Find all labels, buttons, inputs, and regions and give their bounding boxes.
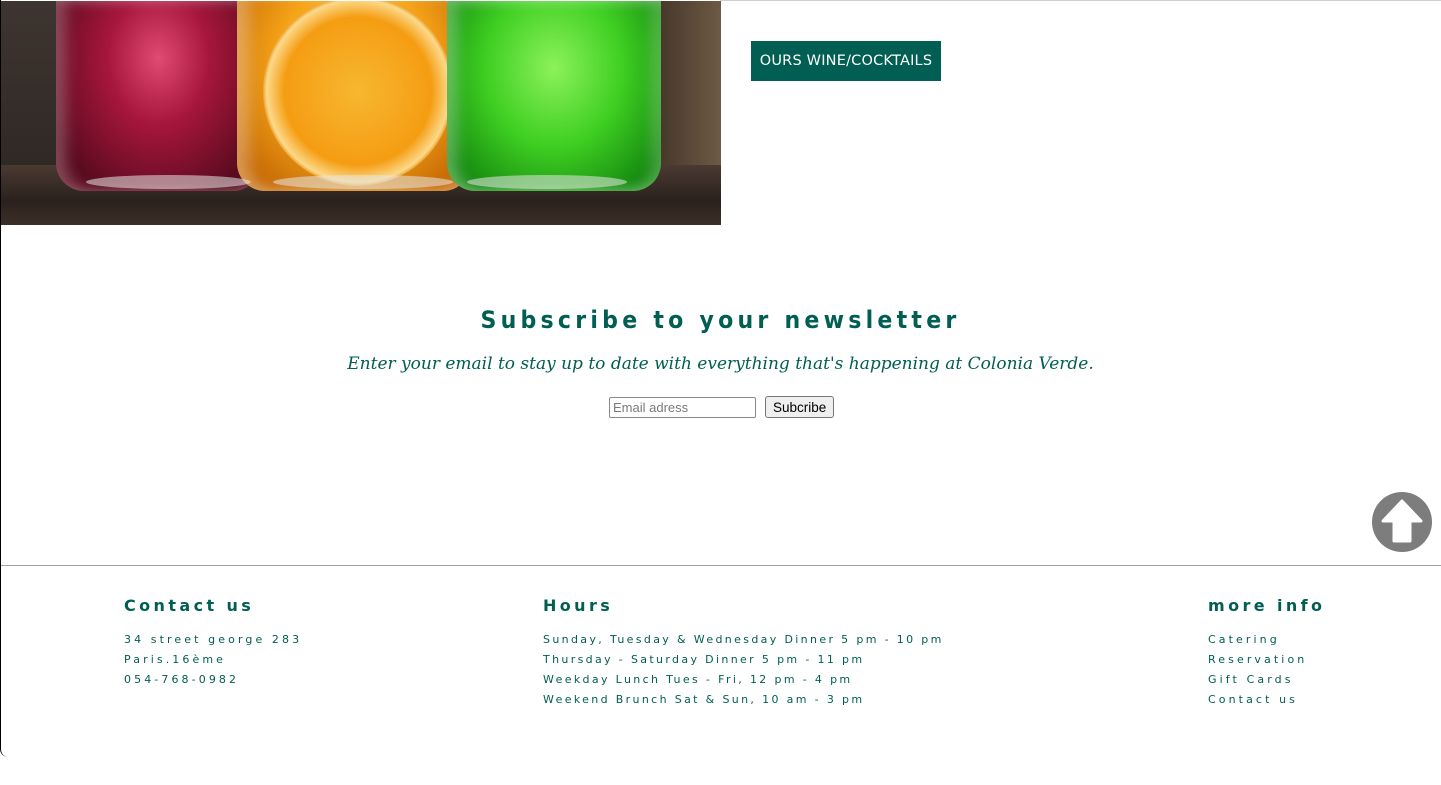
hours-line: Weekday Lunch Tues - Fri, 12 pm - 4 pm: [543, 673, 853, 686]
link-contact-us[interactable]: Contact us: [1208, 693, 1298, 706]
newsletter-form: Subcribe: [609, 396, 835, 418]
footer-contact: Contact us 34 street george 283 Paris.16…: [124, 596, 302, 690]
contact-city: Paris.16ème: [124, 653, 227, 666]
footer-more-info-title: more info: [1208, 596, 1326, 615]
back-to-top-button[interactable]: [1372, 492, 1432, 552]
newsletter-title: Subscribe to your newsletter: [480, 306, 961, 334]
link-gift-cards[interactable]: Gift Cards: [1208, 673, 1294, 686]
newsletter-subtitle: Enter your email to stay up to date with…: [347, 354, 1094, 374]
footer-hours: Hours Sunday, Tuesday & Wednesday Dinner…: [543, 596, 944, 710]
footer-contact-title: Contact us: [124, 596, 255, 615]
footer-divider: [1, 565, 1441, 566]
red-cocktail-glass: [56, 1, 261, 191]
orange-slice: [263, 1, 453, 186]
top-divider: [720, 0, 1441, 1]
email-input[interactable]: [609, 396, 756, 418]
hours-line: Thursday - Saturday Dinner 5 pm - 11 pm: [543, 653, 865, 666]
contact-address: 34 street george 283: [124, 633, 303, 646]
hours-line: Weekend Brunch Sat & Sun, 10 am - 3 pm: [543, 693, 865, 706]
contact-phone: 054-768-0982: [124, 673, 240, 686]
wine-cocktails-button[interactable]: OURS WINE/COCKTAILS: [751, 41, 941, 81]
arrow-up-circle-icon: [1381, 499, 1423, 543]
link-catering[interactable]: Catering: [1208, 633, 1280, 646]
link-reservation[interactable]: Reservation: [1208, 653, 1307, 666]
footer-hours-title: Hours: [543, 596, 614, 615]
cocktails-image: [1, 1, 721, 225]
hours-line: Sunday, Tuesday & Wednesday Dinner 5 pm …: [543, 633, 944, 646]
footer-more-info: more info Catering Reservation Gift Card…: [1208, 596, 1325, 710]
green-cocktail-glass: [447, 1, 661, 191]
subscribe-button[interactable]: Subcribe: [765, 396, 835, 418]
